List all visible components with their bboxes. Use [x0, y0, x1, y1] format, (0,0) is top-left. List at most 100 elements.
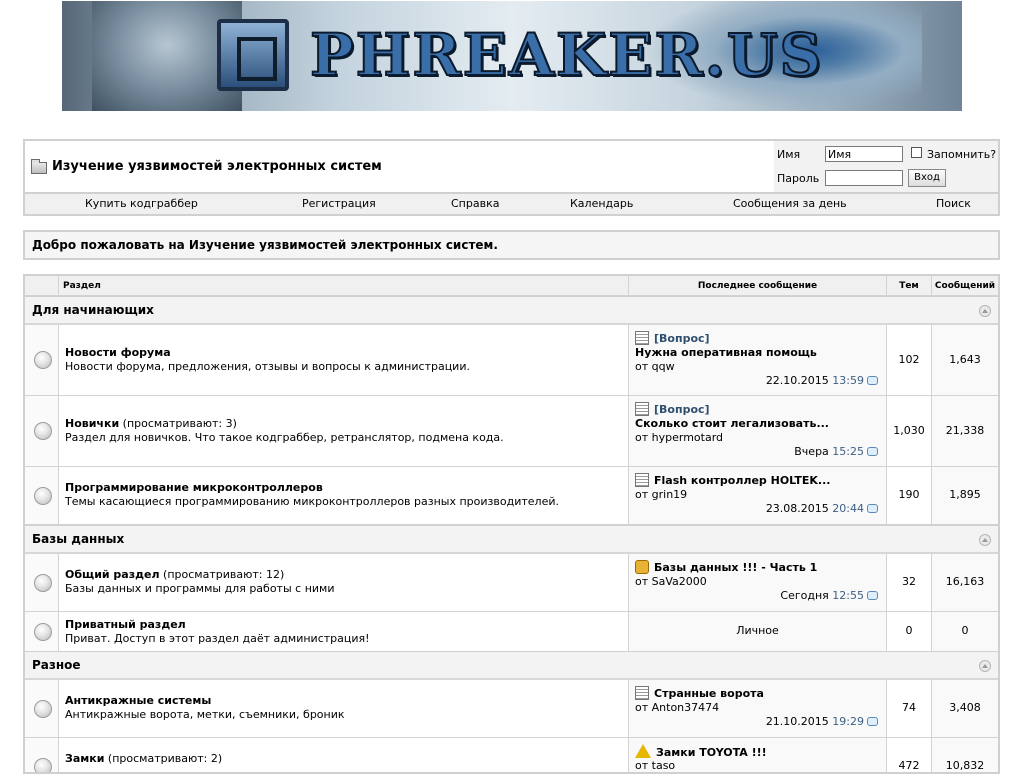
- password-input[interactable]: [825, 170, 903, 186]
- forum-title-link[interactable]: Антикражные системы: [65, 694, 211, 707]
- last-post-cell: Базы данных !!! - Часть 1 от SaVa2000 Се…: [629, 554, 887, 611]
- post-count: 21,338: [945, 424, 985, 437]
- posts-cell: 10,832: [932, 738, 998, 772]
- goto-last-post-icon[interactable]: [867, 447, 878, 456]
- forum-status-cell: [25, 680, 59, 737]
- forum-table: Раздел Последнее сообщение Тем Сообщений…: [23, 274, 1000, 774]
- collapse-icon[interactable]: [979, 660, 991, 672]
- last-post-title[interactable]: Странные ворота: [654, 687, 764, 700]
- goto-last-post-icon[interactable]: [867, 591, 878, 600]
- nav-search[interactable]: Поиск: [936, 197, 971, 210]
- logo-mark-icon: [217, 19, 289, 91]
- threads-cell: 1,030: [887, 396, 932, 466]
- last-post-cell: Flash контроллер HOLTEK... от grin19 23.…: [629, 467, 887, 524]
- forum-row: Приватный раздел Приват. Доступ в этот р…: [25, 612, 998, 652]
- nav-todays-posts[interactable]: Сообщения за день: [733, 197, 847, 210]
- post-icon: [635, 331, 649, 345]
- category-row[interactable]: Разное: [25, 651, 998, 680]
- goto-last-post-icon[interactable]: [867, 717, 878, 726]
- header-last-post: Последнее сообщение: [629, 276, 887, 295]
- last-post-title[interactable]: Замки TOYOTA !!!: [656, 746, 767, 759]
- forum-status-icon: [34, 422, 52, 440]
- forum-viewing-count: (просматривают: 3): [122, 417, 237, 430]
- collapse-icon[interactable]: [979, 534, 991, 546]
- site-banner[interactable]: PHREAKER.US: [62, 1, 962, 111]
- posts-cell: 0: [932, 612, 998, 651]
- category-name[interactable]: Базы данных: [32, 532, 124, 546]
- forum-title-link[interactable]: Новички: [65, 417, 119, 430]
- forum-status-cell: [25, 612, 59, 651]
- forum-row: Новости форума Новости форума, предложен…: [25, 325, 998, 396]
- last-post-author[interactable]: от SaVa2000: [635, 575, 707, 588]
- forum-title: Изучение уязвимостей электронных систем: [52, 159, 382, 174]
- last-post-title[interactable]: Нужна оперативная помощь: [635, 346, 817, 359]
- last-post-cell: Личное: [629, 612, 887, 651]
- forum-title-link[interactable]: Общий раздел: [65, 568, 160, 581]
- login-button[interactable]: Вход: [908, 169, 946, 187]
- last-post-author[interactable]: от Anton37474: [635, 701, 719, 714]
- last-post-title[interactable]: Сколько стоит легализовать...: [635, 417, 829, 430]
- last-post-author[interactable]: от hypermotard: [635, 431, 723, 444]
- threads-cell: 472: [887, 738, 932, 772]
- nav-register[interactable]: Регистрация: [302, 197, 376, 210]
- last-post-author[interactable]: от grin19: [635, 488, 687, 501]
- nav-help[interactable]: Справка: [451, 197, 499, 210]
- last-post-cell: Замки TOYOTA !!! от taso: [629, 738, 887, 772]
- thumbs-up-icon: [635, 560, 649, 574]
- last-post-time: 19:29: [832, 715, 864, 728]
- category-name[interactable]: Для начинающих: [32, 303, 154, 317]
- post-icon: [635, 402, 649, 416]
- last-post-title[interactable]: Flash контроллер HOLTEK...: [654, 474, 830, 487]
- forum-title-link[interactable]: Программирование микроконтроллеров: [65, 481, 323, 494]
- forum-status-cell: [25, 396, 59, 466]
- forum-info-cell: Новички (просматривают: 3) Раздел для но…: [59, 396, 629, 466]
- collapse-icon[interactable]: [979, 305, 991, 317]
- last-post-cell: [Вопрос] Нужна оперативная помощь от qqw…: [629, 325, 887, 395]
- forum-status-icon: [34, 758, 52, 772]
- last-post-author[interactable]: от taso: [635, 759, 675, 772]
- forum-title-link[interactable]: Замки: [65, 752, 104, 765]
- remember-checkbox[interactable]: [911, 147, 922, 158]
- forum-info-cell: Общий раздел (просматривают: 12) Базы да…: [59, 554, 629, 611]
- forum-title-link[interactable]: Новости форума: [65, 346, 171, 359]
- forum-title-link[interactable]: Приватный раздел: [65, 618, 186, 631]
- forum-info-cell: Новости форума Новости форума, предложен…: [59, 325, 629, 395]
- forum-description: Антикражные ворота, метки, съемники, бро…: [65, 708, 345, 721]
- category-row[interactable]: Для начинающих: [25, 296, 998, 325]
- forum-row: Новички (просматривают: 3) Раздел для но…: [25, 396, 998, 467]
- post-count: 0: [961, 624, 969, 637]
- threads-cell: 32: [887, 554, 932, 611]
- thread-count: 1,030: [893, 424, 925, 437]
- forum-row: Антикражные системы Антикражные ворота, …: [25, 680, 998, 738]
- category-name[interactable]: Разное: [32, 658, 81, 672]
- username-label: Имя: [777, 148, 801, 161]
- post-count: 10,832: [945, 759, 985, 772]
- post-count: 1,895: [949, 488, 981, 501]
- goto-last-post-icon[interactable]: [867, 376, 878, 385]
- header-forum: Раздел: [59, 276, 629, 295]
- forum-title-cell: Изучение уязвимостей электронных систем: [25, 141, 774, 192]
- post-count: 3,408: [949, 701, 981, 714]
- navbar: Купить кодграббер Регистрация Справка Ка…: [23, 194, 1000, 216]
- table-header: Раздел Последнее сообщение Тем Сообщений: [25, 276, 998, 296]
- forum-info-cell: Приватный раздел Приват. Доступ в этот р…: [59, 612, 629, 651]
- last-post-author[interactable]: от qqw: [635, 360, 675, 373]
- category-row[interactable]: Базы данных: [25, 525, 998, 554]
- nav-buy-codegrabber[interactable]: Купить кодграббер: [85, 197, 198, 210]
- last-post-title[interactable]: Базы данных !!! - Часть 1: [654, 561, 817, 574]
- posts-cell: 16,163: [932, 554, 998, 611]
- last-post-time: 12:55: [832, 589, 864, 602]
- forum-description: Приват. Доступ в этот раздел даёт админи…: [65, 632, 370, 645]
- forum-viewing-count: (просматривают: 12): [163, 568, 285, 581]
- username-input[interactable]: [825, 146, 903, 162]
- folder-icon: [31, 158, 47, 174]
- forum-status-cell: [25, 554, 59, 611]
- thread-count: 32: [902, 575, 916, 588]
- forum-description: Раздел для новичков. Что такое кодграббе…: [65, 431, 504, 444]
- forum-info-cell: Замки (просматривают: 2): [59, 738, 629, 772]
- goto-last-post-icon[interactable]: [867, 504, 878, 513]
- header-box: Изучение уязвимостей электронных систем …: [23, 139, 1000, 194]
- posts-cell: 21,338: [932, 396, 998, 466]
- nav-calendar[interactable]: Календарь: [570, 197, 633, 210]
- welcome-message: Добро пожаловать на Изучение уязвимостей…: [23, 230, 1000, 260]
